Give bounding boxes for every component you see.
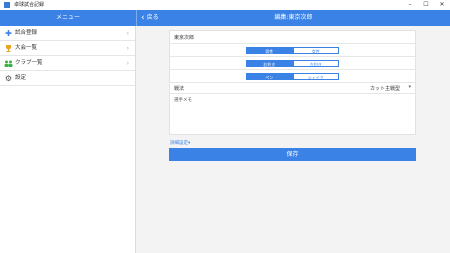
memo-field[interactable]: 選手メモ	[174, 97, 192, 103]
chevron-right-icon: ›	[126, 45, 129, 52]
back-label: 戻る	[146, 14, 159, 21]
chevron-right-icon: ›	[126, 30, 129, 37]
title-bar: 卓球試合記録 – ☐ ✕	[0, 0, 450, 10]
group-icon	[4, 59, 13, 68]
trophy-icon	[4, 44, 13, 53]
sidebar-item-label: 設定	[15, 75, 27, 81]
caret-down-icon: ▾	[408, 84, 411, 90]
grip-shake-toggle[interactable]: シェイク	[292, 73, 339, 80]
save-button[interactable]: 保存	[169, 148, 416, 161]
app-icon	[4, 2, 10, 8]
chevron-left-icon: ‹	[141, 13, 145, 23]
sidebar-item-match-register[interactable]: ✚ 試合登録 ›	[0, 26, 135, 41]
gender-row: 男性 女性	[170, 44, 415, 57]
close-button[interactable]: ✕	[434, 0, 450, 10]
advanced-settings-link[interactable]: 詳細設定▾	[170, 140, 190, 146]
sidebar-item-label: 大会一覧	[15, 45, 38, 51]
grip-row: ペン シェイク	[170, 70, 415, 83]
maximize-button[interactable]: ☐	[418, 0, 434, 10]
minimize-button[interactable]: –	[402, 0, 418, 10]
chevron-right-icon: ›	[126, 60, 129, 67]
grip-pen-toggle[interactable]: ペン	[246, 73, 293, 80]
gender-male-toggle[interactable]: 男性	[246, 47, 293, 54]
hand-right-toggle[interactable]: 右利き	[246, 60, 293, 67]
name-field[interactable]: 東京次郎	[170, 31, 415, 44]
main-content: 東京次郎 男性 女性 右利き 左利き ペン シェイク 戦法 カット主戦型 ▾ 選…	[137, 26, 450, 253]
name-value: 東京次郎	[174, 35, 195, 41]
gender-female-toggle[interactable]: 女性	[292, 47, 339, 54]
style-label: 戦法	[174, 86, 185, 92]
sidebar-item-label: クラブ一覧	[15, 60, 43, 66]
hand-left-toggle[interactable]: 左利き	[292, 60, 339, 67]
player-form: 東京次郎 男性 女性 右利き 左利き ペン シェイク 戦法 カット主戦型 ▾ 選…	[169, 30, 416, 135]
gear-icon: ⚙	[4, 74, 13, 83]
style-select[interactable]: 戦法 カット主戦型 ▾	[170, 83, 415, 94]
menu-title: メニュー	[55, 14, 80, 21]
sidebar-item-settings[interactable]: ⚙ 設定	[0, 71, 135, 86]
app-header: メニュー 編集:東京次郎 ‹ 戻る	[0, 10, 450, 26]
back-button[interactable]: ‹ 戻る	[138, 10, 159, 26]
sidebar-item-label: 試合登録	[15, 30, 38, 36]
window-title: 卓球試合記録	[14, 2, 45, 8]
hand-row: 右利き 左利き	[170, 57, 415, 70]
sidebar: ✚ 試合登録 › 大会一覧 › クラブ一覧 › ⚙ 設定	[0, 26, 136, 253]
plus-icon: ✚	[5, 29, 12, 38]
sidebar-item-tournaments[interactable]: 大会一覧 ›	[0, 41, 135, 56]
page-title: 編集:東京次郎	[274, 14, 313, 21]
sidebar-item-clubs[interactable]: クラブ一覧 ›	[0, 56, 135, 71]
style-value: カット主戦型	[369, 86, 400, 92]
